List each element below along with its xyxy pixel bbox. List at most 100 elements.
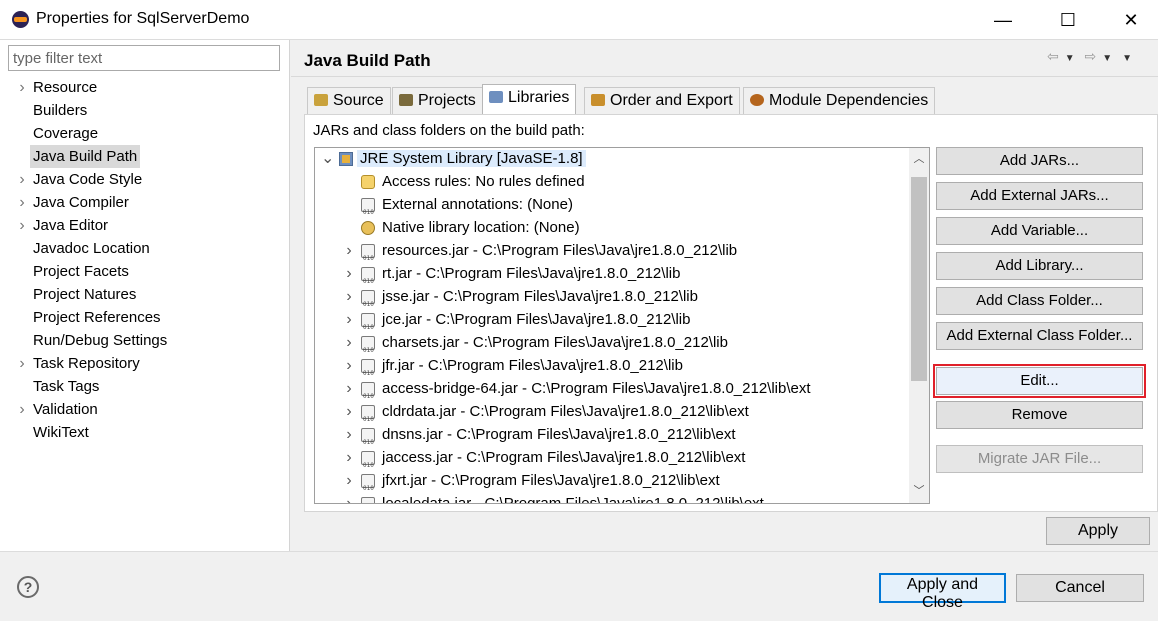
tree-row[interactable]: › jfr.jar - C:\Program Files\Java\jre1.8.… xyxy=(315,354,683,385)
sidebar-item-label: Project Facets xyxy=(33,263,129,280)
sidebar-item[interactable]: Builders xyxy=(0,99,290,122)
expand-chevron-icon[interactable]: › xyxy=(343,377,355,400)
scroll-down-icon[interactable]: ﹀ xyxy=(909,482,929,500)
jar-icon xyxy=(361,198,375,224)
filter-input[interactable] xyxy=(8,45,280,71)
expand-chevron-icon[interactable]: › xyxy=(343,262,355,285)
expand-chevron-icon[interactable]: › xyxy=(16,398,28,421)
forward-arrow-icon[interactable]: ⇨ xyxy=(1085,48,1097,64)
sidebar-item-label: WikiText xyxy=(33,424,89,441)
tree-row[interactable]: Access rules: No rules defined xyxy=(315,170,585,193)
tab-libraries[interactable]: Libraries xyxy=(482,84,577,115)
add-external-class-folder-button[interactable]: Add External Class Folder... xyxy=(936,322,1143,350)
jars-label: JARs and class folders on the build path… xyxy=(313,122,585,139)
migrate-jar-file-button: Migrate JAR File... xyxy=(936,445,1143,473)
maximize-button[interactable]: ☐ xyxy=(1045,0,1091,40)
sidebar-item[interactable]: Task Tags xyxy=(0,375,290,398)
tab-module-dependencies[interactable]: Module Dependencies xyxy=(743,87,936,114)
sidebar-item[interactable]: Project Facets xyxy=(0,260,290,283)
access-rules-icon xyxy=(361,175,375,189)
apply-and-close-button[interactable]: Apply and Close xyxy=(879,573,1006,611)
tab-source[interactable]: Source xyxy=(307,87,391,114)
sidebar-item-label: Java Build Path xyxy=(30,145,141,168)
tree-row[interactable]: › resources.jar - C:\Program Files\Java\j… xyxy=(315,239,737,270)
expand-chevron-icon[interactable]: › xyxy=(16,168,28,191)
tab-label: Projects xyxy=(418,92,476,109)
sidebar-item[interactable]: › Java Compiler xyxy=(0,191,290,214)
scrollbar-thumb[interactable] xyxy=(911,177,927,381)
add-jars-button[interactable]: Add JARs... xyxy=(936,147,1143,175)
sidebar-item[interactable]: Java Build Path xyxy=(0,145,290,168)
tree-item-label: cldrdata.jar - C:\Program Files\Java\jre… xyxy=(382,403,749,420)
dialog-footer: ? Apply and Close Cancel xyxy=(0,551,1158,621)
minimize-button[interactable]: — xyxy=(980,0,1026,40)
close-button[interactable]: ✕ xyxy=(1108,0,1154,40)
tab-label: Module Dependencies xyxy=(769,92,929,109)
tree-row[interactable]: ⌄ JRE System Library [JavaSE-1.8] xyxy=(315,148,586,170)
add-library-button[interactable]: Add Library... xyxy=(936,252,1143,280)
tree-row[interactable]: External annotations: (None) xyxy=(315,193,573,224)
view-menu-icon[interactable]: ▼ xyxy=(1122,53,1132,64)
expand-chevron-icon[interactable]: › xyxy=(343,285,355,308)
sidebar-item-label: Task Repository xyxy=(33,355,140,372)
tab-order-and-export[interactable]: Order and Export xyxy=(584,87,740,114)
expand-chevron-icon[interactable]: › xyxy=(343,469,355,492)
tab-label: Source xyxy=(333,92,384,109)
expand-chevron-icon[interactable]: › xyxy=(343,239,355,262)
forward-dropdown-icon[interactable]: ▼ xyxy=(1102,53,1112,64)
tree-item-label: Access rules: No rules defined xyxy=(382,173,585,190)
tab-projects[interactable]: Projects xyxy=(392,87,483,114)
tree-row[interactable]: Native library location: (None) xyxy=(315,216,580,239)
build-path-tree[interactable]: › localedata.jar - C:\Program Files\Java\… xyxy=(314,147,930,504)
expand-chevron-icon[interactable]: › xyxy=(343,308,355,331)
sidebar-item[interactable]: Javadoc Location xyxy=(0,237,290,260)
sidebar-item[interactable]: › Validation xyxy=(0,398,290,421)
tree-item-label: resources.jar - C:\Program Files\Java\jr… xyxy=(382,242,738,259)
expand-chevron-icon[interactable]: › xyxy=(343,331,355,354)
scroll-up-icon[interactable]: ︿ xyxy=(909,150,929,168)
tree-item-label: jaccess.jar - C:\Program Files\Java\jre1… xyxy=(382,449,746,466)
back-dropdown-icon[interactable]: ▼ xyxy=(1065,53,1075,64)
back-arrow-icon[interactable]: ⇦ xyxy=(1047,48,1059,64)
edit-button[interactable]: Edit... xyxy=(933,364,1146,398)
source-folder-icon xyxy=(314,94,328,106)
expand-chevron-icon[interactable]: › xyxy=(16,76,28,99)
tree-item-label: jce.jar - C:\Program Files\Java\jre1.8.0… xyxy=(382,311,691,328)
expand-chevron-icon[interactable]: › xyxy=(16,352,28,375)
expand-chevron-icon[interactable]: › xyxy=(343,423,355,446)
tree-row[interactable]: › access-bridge-64.jar - C:\Program Files… xyxy=(315,377,810,408)
collapse-chevron-icon[interactable]: ⌄ xyxy=(321,148,334,170)
sidebar-item[interactable]: WikiText xyxy=(0,421,290,444)
sidebar-item[interactable]: Project Natures xyxy=(0,283,290,306)
expand-chevron-icon[interactable]: › xyxy=(343,492,355,503)
libraries-icon xyxy=(489,91,503,103)
sidebar-item[interactable]: Run/Debug Settings xyxy=(0,329,290,352)
tree-row[interactable]: › jce.jar - C:\Program Files\Java\jre1.8.… xyxy=(315,308,690,339)
sidebar-item[interactable]: Project References xyxy=(0,306,290,329)
tree-item-label: access-bridge-64.jar - C:\Program Files\… xyxy=(382,380,811,397)
expand-chevron-icon[interactable]: › xyxy=(343,354,355,377)
sidebar-item[interactable]: › Java Editor xyxy=(0,214,290,237)
property-page-tree: › Resource Builders Coverage Java Build Path… xyxy=(0,76,290,444)
expand-chevron-icon[interactable]: › xyxy=(16,214,28,237)
main-panel: Java Build Path ⇦ ▼ ⇨ ▼ ▼ Source Projects Li… xyxy=(291,40,1158,551)
add-class-folder-button[interactable]: Add Class Folder... xyxy=(936,287,1143,315)
tree-item-label: External annotations: (None) xyxy=(382,196,573,213)
vertical-scrollbar[interactable]: ︿ ﹀ xyxy=(909,148,929,503)
remove-button[interactable]: Remove xyxy=(936,401,1143,429)
expand-chevron-icon[interactable]: › xyxy=(16,191,28,214)
sidebar-item[interactable]: › Task Repository xyxy=(0,352,290,375)
apply-button[interactable]: Apply xyxy=(1046,517,1150,545)
sidebar-item[interactable]: › Resource xyxy=(0,76,290,99)
tree-row[interactable]: › rt.jar - C:\Program Files\Java\jre1.8.0… xyxy=(315,262,680,293)
sidebar-item-label: Task Tags xyxy=(33,378,100,395)
expand-chevron-icon[interactable]: › xyxy=(343,446,355,469)
help-icon[interactable]: ? xyxy=(17,576,39,598)
add-external-jars-button[interactable]: Add External JARs... xyxy=(936,182,1143,210)
expand-chevron-icon[interactable]: › xyxy=(343,400,355,423)
sidebar-item[interactable]: Coverage xyxy=(0,122,290,145)
sidebar-item[interactable]: › Java Code Style xyxy=(0,168,290,191)
history-navigation: ⇦ ▼ ⇨ ▼ ▼ xyxy=(1047,48,1138,65)
add-variable-button[interactable]: Add Variable... xyxy=(936,217,1143,245)
cancel-button[interactable]: Cancel xyxy=(1016,574,1144,602)
